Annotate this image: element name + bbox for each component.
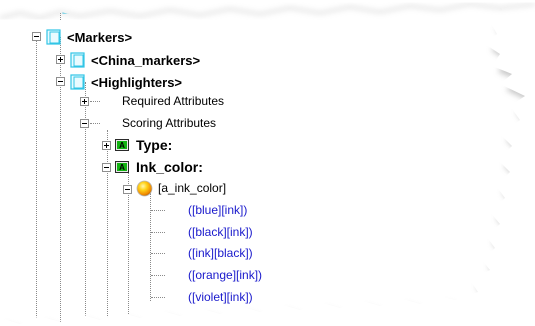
svg-text:A: A — [119, 141, 125, 150]
tree-value-item[interactable]: ([violet][ink]) — [188, 287, 253, 307]
tree-node-partial[interactable]: ent: — [62, 0, 104, 17]
tree-value-label: ([orange][ink]) — [188, 268, 263, 282]
tree-guide-line — [107, 130, 108, 326]
value-ball-icon — [136, 180, 153, 196]
collapse-minus-icon[interactable] — [123, 185, 132, 194]
svg-text:A: A — [119, 163, 125, 172]
collapse-minus-icon[interactable] — [102, 163, 111, 172]
tree-node-label: ent: — [80, 0, 104, 15]
element-icon — [46, 29, 61, 45]
tree-node-china-markers[interactable]: <China_markers> — [70, 50, 200, 70]
tree-node-label: [a_ink_color] — [158, 181, 227, 195]
tree-value-item[interactable]: ([orange][ink]) — [188, 265, 262, 285]
tree-guide-line — [36, 37, 37, 326]
tree-node-label: <Markers> — [67, 29, 133, 45]
element-icon — [62, 0, 75, 14]
tree-connector — [151, 275, 165, 276]
tree-value-item[interactable]: ([blue][ink]) — [188, 200, 247, 220]
expand-plus-icon[interactable] — [80, 97, 89, 106]
tree-value-label: ([ink][black]) — [188, 246, 253, 260]
tree-value-item[interactable]: ([ink][black]) — [188, 243, 253, 263]
tree-node-label: Scoring Attributes — [122, 116, 217, 130]
tree-node-highlighters[interactable]: <Highlighters> — [70, 72, 182, 92]
tree-connector — [151, 210, 165, 211]
tree-node-type[interactable]: A Type: — [115, 135, 172, 155]
tree-node-required-attributes[interactable]: Required Attributes — [122, 91, 224, 111]
tree-connector — [151, 232, 165, 233]
tree-node-markers[interactable]: <Markers> — [46, 27, 132, 47]
torn-edge-overlay — [0, 0, 535, 326]
tree-value-label: ([blue][ink]) — [188, 203, 248, 217]
tree-connector — [151, 253, 165, 254]
tree-node-ink-color[interactable]: A Ink_color: — [115, 157, 203, 177]
tree-node-a-ink-color[interactable]: [a_ink_color] — [136, 178, 226, 198]
tree-value-label: ([violet][ink]) — [188, 290, 253, 304]
tree-connector — [90, 123, 100, 124]
tree-value-label: ([black][ink]) — [188, 225, 253, 239]
element-icon — [70, 52, 85, 68]
attribute-icon: A — [115, 139, 129, 151]
tree-node-label: <China_markers> — [91, 52, 201, 68]
expand-plus-icon[interactable] — [102, 141, 111, 150]
tree-connector — [151, 297, 165, 298]
tree-guide-line — [128, 172, 129, 326]
attribute-icon: A — [115, 161, 129, 173]
tree-guide-line — [60, 0, 61, 20]
collapse-minus-icon[interactable] — [32, 32, 41, 41]
collapse-minus-icon[interactable] — [56, 77, 65, 86]
tree-node-label: Type: — [136, 137, 173, 153]
element-icon — [70, 74, 85, 90]
tree-connector — [90, 101, 100, 102]
collapse-minus-icon[interactable] — [80, 119, 89, 128]
tree-value-item[interactable]: ([black][ink]) — [188, 222, 253, 242]
expand-plus-icon[interactable] — [56, 55, 65, 64]
tree-node-label: <Highlighters> — [91, 74, 183, 90]
tree-node-label: Ink_color: — [136, 159, 203, 175]
tree-node-scoring-attributes[interactable]: Scoring Attributes — [122, 113, 216, 133]
tree-node-label: Required Attributes — [122, 94, 225, 108]
